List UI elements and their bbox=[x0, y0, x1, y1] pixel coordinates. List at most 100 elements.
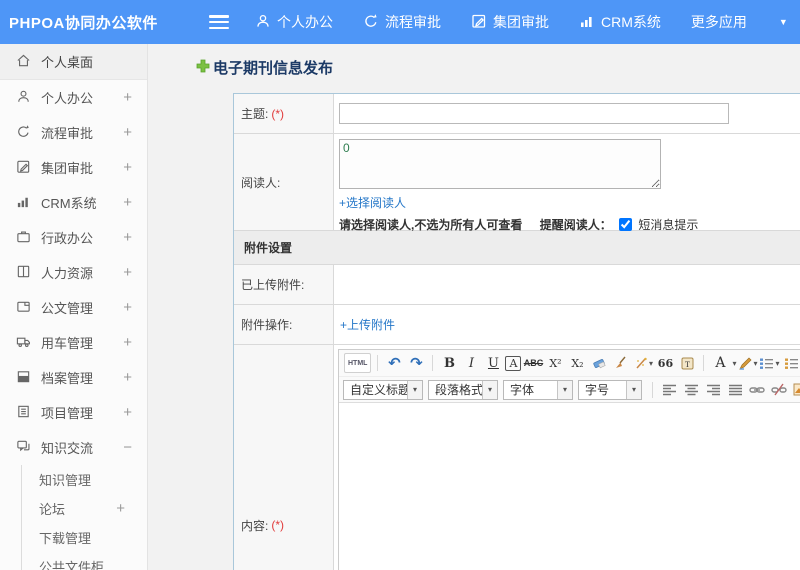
sidebar-item-knowledge-exchange[interactable]: 知识交流 − bbox=[0, 430, 147, 465]
bar-chart-icon bbox=[579, 13, 601, 32]
sidebar-item-label: 项目管理 bbox=[41, 406, 94, 421]
green-plus-icon bbox=[196, 59, 213, 77]
expand-plus-icon[interactable]: + bbox=[116, 500, 125, 517]
readers-label: 阅读人: bbox=[234, 134, 334, 230]
sidebar-item-label: 行政办公 bbox=[41, 231, 94, 246]
edit-icon bbox=[16, 159, 41, 177]
redo-button[interactable]: ↷ bbox=[406, 353, 426, 373]
underline-button[interactable]: U bbox=[483, 353, 503, 373]
sidebar-item-vehicle-mgmt[interactable]: 用车管理 + bbox=[0, 325, 147, 360]
process-arrow-icon bbox=[16, 124, 41, 142]
sidebar-item-hr[interactable]: 人力资源 + bbox=[0, 255, 147, 290]
topbar: PHPOA协同办公软件 个人办公 流程审批 集团审批 CRM系统 更多应用 ▼ bbox=[0, 0, 800, 44]
app-window: PHPOA协同办公软件 个人办公 流程审批 集团审批 CRM系统 更多应用 ▼ … bbox=[0, 0, 800, 570]
sidebar-item-label: 知识交流 bbox=[41, 441, 94, 456]
insert-image-button[interactable] bbox=[791, 380, 800, 400]
sidebar-subitem-forum[interactable]: 论坛 + bbox=[22, 494, 147, 523]
sidebar-subitem-knowledge-mgmt[interactable]: 知识管理 bbox=[22, 465, 147, 494]
format-brush-icon[interactable] bbox=[611, 353, 631, 373]
attachment-ops-label: 附件操作: bbox=[234, 305, 334, 344]
expand-plus-icon[interactable]: + bbox=[123, 89, 132, 106]
highlight-pen-button[interactable]: ▾ bbox=[737, 353, 757, 373]
topnav-workflow-approval[interactable]: 流程审批 bbox=[363, 12, 441, 32]
sidebar-item-group-approval[interactable]: 集团审批 + bbox=[0, 150, 147, 185]
svg-text:T: T bbox=[685, 360, 690, 369]
font-color-button[interactable]: A bbox=[710, 353, 730, 373]
collapse-minus-icon[interactable]: − bbox=[123, 439, 132, 456]
font-size-select[interactable]: 字号 ▾ bbox=[578, 379, 642, 400]
editor-content-area[interactable] bbox=[339, 403, 800, 570]
hamburger-menu-icon[interactable] bbox=[209, 15, 229, 29]
autotypeset-wand-button[interactable]: ▾ bbox=[633, 353, 653, 373]
home-icon bbox=[16, 53, 41, 71]
chevron-down-icon: ▾ bbox=[557, 380, 572, 399]
uploaded-attachments-value bbox=[334, 265, 800, 304]
sidebar-item-crm[interactable]: CRM系统 + bbox=[0, 185, 147, 220]
sidebar-item-label: 档案管理 bbox=[41, 371, 94, 386]
expand-plus-icon[interactable]: + bbox=[123, 124, 132, 141]
paste-as-text-button[interactable]: T bbox=[677, 353, 697, 373]
sidebar-item-label: 集团审批 bbox=[41, 161, 94, 176]
attachment-section-header: 附件设置 bbox=[234, 231, 800, 265]
font-family-select[interactable]: 字体 ▾ bbox=[503, 379, 573, 400]
subject-input[interactable] bbox=[339, 103, 729, 124]
eraser-button[interactable] bbox=[589, 353, 609, 373]
topnav-more-apps[interactable]: 更多应用 bbox=[691, 12, 747, 32]
topnav-personal-office[interactable]: 个人办公 bbox=[255, 12, 333, 32]
readers-row: 阅读人: 0 +选择阅读人 请选择阅读人,不选为所有人可查看 提醒阅读人： 短消… bbox=[234, 134, 800, 232]
sidebar-item-admin-office[interactable]: 行政办公 + bbox=[0, 220, 147, 255]
upload-attachment-link[interactable]: +上传附件 bbox=[340, 316, 395, 333]
page-title-text: 电子期刊信息发布 bbox=[213, 60, 334, 77]
chevron-down-icon[interactable]: ▼ bbox=[779, 17, 788, 27]
sidebar-item-personal-office[interactable]: 个人办公 + bbox=[0, 80, 147, 115]
sidebar-item-label: 公文管理 bbox=[41, 301, 94, 316]
undo-button[interactable]: ↶ bbox=[384, 353, 404, 373]
readers-textarea[interactable]: 0 bbox=[339, 139, 661, 189]
expand-plus-icon[interactable]: + bbox=[123, 194, 132, 211]
superscript-button[interactable]: X² bbox=[545, 353, 565, 373]
folder-icon bbox=[16, 299, 41, 317]
strikethrough-button[interactable]: ABC bbox=[523, 353, 544, 373]
paragraph-format-select[interactable]: 段落格式 ▾ bbox=[428, 379, 498, 400]
align-left-button[interactable] bbox=[659, 380, 679, 400]
justify-button[interactable] bbox=[725, 380, 745, 400]
subscript-button[interactable]: X₂ bbox=[567, 353, 587, 373]
truck-icon bbox=[16, 334, 41, 352]
sidebar-item-desktop[interactable]: 个人桌面 bbox=[0, 44, 147, 80]
editor-toolbar-row1: HTML ↶ ↷ B I U A ABC X² X₂ ▾ 66 T A ▾ ▾ … bbox=[339, 350, 800, 377]
expand-plus-icon[interactable]: + bbox=[123, 369, 132, 386]
expand-plus-icon[interactable]: + bbox=[123, 159, 132, 176]
sidebar-subitem-public-file-cabinet[interactable]: 公共文件柜 bbox=[22, 552, 147, 570]
html-source-button[interactable]: HTML bbox=[344, 353, 372, 373]
align-right-button[interactable] bbox=[703, 380, 723, 400]
expand-plus-icon[interactable]: + bbox=[123, 264, 132, 281]
unordered-list-button[interactable] bbox=[782, 353, 800, 373]
italic-button[interactable]: I bbox=[461, 353, 481, 373]
sidebar-item-project-mgmt[interactable]: 项目管理 + bbox=[0, 395, 147, 430]
bold-button[interactable]: B bbox=[439, 353, 459, 373]
topnav-crm[interactable]: CRM系统 bbox=[579, 12, 661, 32]
custom-title-select[interactable]: 自定义标题 ▾ bbox=[343, 379, 423, 400]
expand-plus-icon[interactable]: + bbox=[123, 334, 132, 351]
content-row: 内容: (*) HTML ↶ ↷ B I U A ABC X² X₂ ▾ 66 … bbox=[234, 345, 800, 570]
expand-plus-icon[interactable]: + bbox=[123, 299, 132, 316]
expand-plus-icon[interactable]: + bbox=[123, 404, 132, 421]
sms-notify-checkbox[interactable] bbox=[619, 218, 633, 231]
align-center-button[interactable] bbox=[681, 380, 701, 400]
sidebar-item-archive-mgmt[interactable]: 档案管理 + bbox=[0, 360, 147, 395]
select-readers-link[interactable]: +选择阅读人 bbox=[339, 196, 406, 210]
ordered-list-button[interactable]: ▾ bbox=[759, 353, 780, 373]
archive-box-icon bbox=[16, 369, 41, 387]
sidebar-item-document-mgmt[interactable]: 公文管理 + bbox=[0, 290, 147, 325]
blockquote-button[interactable]: 66 bbox=[655, 353, 675, 373]
topnav-group-approval[interactable]: 集团审批 bbox=[471, 12, 549, 32]
sidebar-item-label: 用车管理 bbox=[41, 336, 94, 351]
font-style-button[interactable]: A bbox=[505, 355, 522, 371]
expand-plus-icon[interactable]: + bbox=[123, 229, 132, 246]
sidebar-subitem-download-mgmt[interactable]: 下载管理 bbox=[22, 523, 147, 552]
unlink-button[interactable] bbox=[769, 380, 789, 400]
top-nav: 个人办公 流程审批 集团审批 CRM系统 更多应用 ▼ bbox=[255, 12, 798, 32]
link-button[interactable] bbox=[747, 380, 767, 400]
editor-toolbar-row2: 自定义标题 ▾ 段落格式 ▾ 字体 ▾ 字号 ▾ bbox=[339, 377, 800, 403]
sidebar-item-workflow-approval[interactable]: 流程审批 + bbox=[0, 115, 147, 150]
